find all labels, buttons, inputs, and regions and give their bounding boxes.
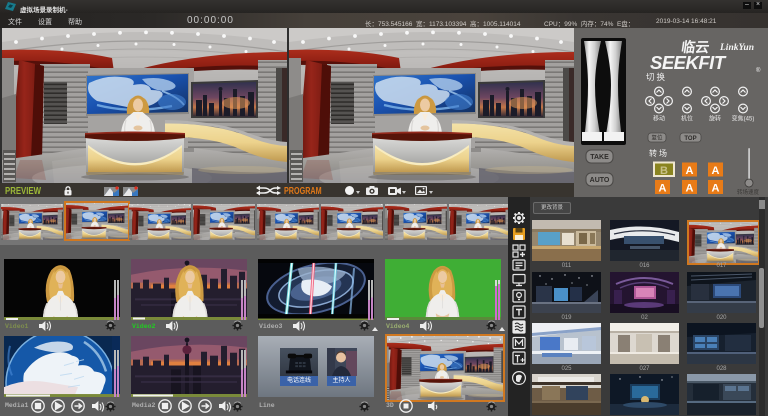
svg-text:变焦(45): 变焦(45) <box>732 115 755 123</box>
svg-text:A: A <box>712 182 720 194</box>
svg-text:转场速度: 转场速度 <box>737 188 760 196</box>
svg-text:A: A <box>712 165 720 177</box>
svg-text:SEEKFIT: SEEKFIT <box>650 52 727 73</box>
svg-text:B: B <box>660 165 668 177</box>
svg-text:旋转: 旋转 <box>709 115 721 123</box>
svg-text:TOP: TOP <box>684 136 696 142</box>
svg-text:AUTO: AUTO <box>590 177 610 184</box>
svg-text:切换: 切换 <box>646 72 667 82</box>
svg-text:A: A <box>659 182 667 194</box>
svg-text:TAKE: TAKE <box>590 154 609 161</box>
svg-text:转场: 转场 <box>649 148 669 158</box>
svg-text:®: ® <box>756 67 761 74</box>
svg-text:A: A <box>686 182 694 194</box>
svg-text:A: A <box>686 165 694 177</box>
svg-text:复位: 复位 <box>651 134 663 142</box>
svg-text:移动: 移动 <box>653 115 665 123</box>
svg-text:机位: 机位 <box>681 115 693 123</box>
